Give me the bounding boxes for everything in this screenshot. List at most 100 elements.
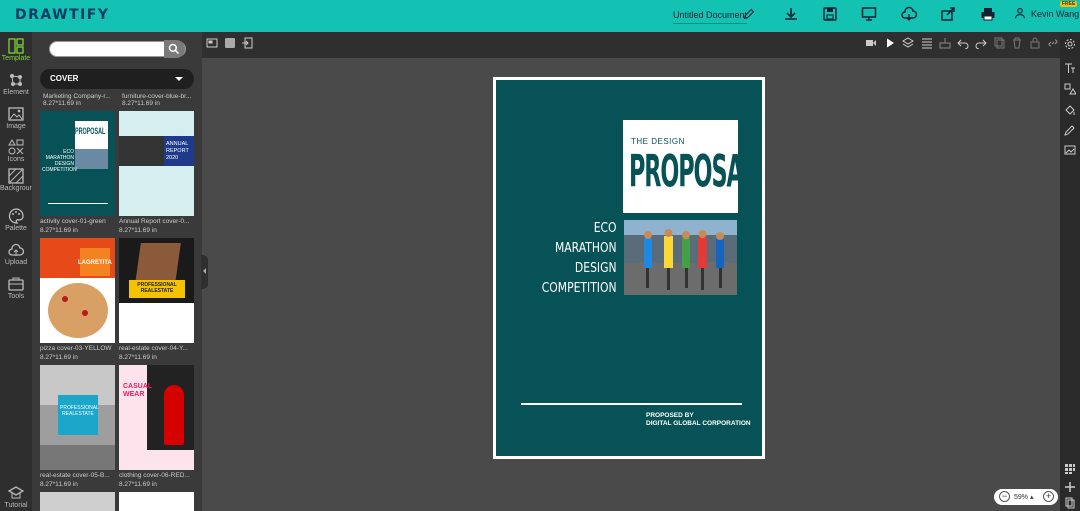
import-icon[interactable]	[241, 37, 253, 49]
template-card-partial[interactable]	[119, 492, 194, 511]
divider-line[interactable]	[521, 403, 742, 405]
title-box[interactable]: THE DESIGN PROPOSAL	[623, 120, 757, 213]
marathon-photo[interactable]	[624, 220, 737, 295]
align-icon[interactable]	[921, 37, 933, 49]
company-name: DIGITAL GLOBAL CORPORATION	[646, 420, 751, 427]
thumb-title: LAGRETITA	[78, 260, 112, 266]
template-card-realestate-yellow[interactable]: PROFESSIONAL REALESTATE real-estate cove…	[119, 238, 194, 361]
template-name: Marketing Company-r...	[43, 93, 111, 100]
template-name: real-estate cover-04-Y...	[119, 345, 188, 352]
upload-icon	[8, 243, 24, 256]
zoom-value: 59%	[1014, 494, 1029, 501]
link-icon[interactable]	[1047, 37, 1059, 49]
fill-tool-icon[interactable]	[1064, 104, 1076, 116]
rail-image[interactable]: Image	[0, 106, 32, 130]
rail-palette[interactable]: Palette	[0, 208, 32, 232]
rail-tools[interactable]: Tools	[0, 276, 32, 300]
zoom-out-button[interactable]: −	[999, 491, 1010, 502]
template-size: 8.27*11.69 in	[40, 481, 78, 488]
the-design-text[interactable]: THE DESIGN	[631, 137, 685, 146]
save-icon[interactable]	[822, 6, 838, 22]
document-page[interactable]: THE DESIGN PROPOSAL ECO MARATHON DESIGN …	[493, 77, 765, 459]
proposed-by-block[interactable]: PROPOSED BY DIGITAL GLOBAL CORPORATION	[646, 412, 751, 428]
eco-marathon-text[interactable]: ECO MARATHON DESIGN COMPETITION	[542, 218, 617, 298]
proposed-by-label: PROPOSED BY	[646, 412, 694, 419]
thumb-title: ANNUAL REPORT 2020	[166, 141, 189, 161]
search-button[interactable]	[164, 40, 185, 58]
shape-tool-icon[interactable]	[1064, 83, 1076, 95]
eco-line: MARATHON	[555, 240, 617, 256]
edit-title-icon[interactable]	[743, 8, 755, 20]
rail-background[interactable]: Background	[0, 168, 37, 192]
template-card-pizza[interactable]: LAGRETITA pizza cover-03-YELLOW 8.27*11.…	[40, 238, 115, 361]
background-color-icon[interactable]	[224, 37, 236, 49]
template-panel: COVER Marketing Company-r... furniture-c…	[32, 32, 202, 511]
template-name: activity cover-01-green	[40, 218, 106, 225]
add-page-icon[interactable]	[1064, 481, 1076, 493]
grid-icon[interactable]	[1064, 463, 1076, 475]
print-icon[interactable]	[980, 6, 996, 22]
user-icon	[1014, 7, 1026, 19]
zoom-value-dropdown[interactable]: 59% ▴	[1014, 493, 1033, 501]
template-size: 8.27*11.69 in	[119, 227, 157, 234]
rail-tutorial[interactable]: Tutorial	[0, 485, 32, 509]
template-card-clothing[interactable]: CASUAL WEAR clothing cover-06-RED... 8.2…	[119, 365, 194, 488]
palette-icon	[8, 208, 24, 224]
group-icon[interactable]	[939, 37, 951, 49]
image-tool-icon[interactable]	[1064, 144, 1076, 156]
zoom-in-button[interactable]: +	[1043, 491, 1054, 502]
layers-icon[interactable]	[902, 37, 914, 49]
template-size: 8.27*11.69 in	[43, 100, 81, 107]
thumb-title: PROFESSIONAL REALESTATE	[60, 405, 99, 417]
fit-screen-icon[interactable]	[206, 37, 218, 49]
user-name[interactable]: Kevin Wang	[1031, 9, 1079, 19]
redo-icon[interactable]	[975, 37, 987, 49]
collapse-panel-button[interactable]	[201, 255, 208, 289]
document-background[interactable]: THE DESIGN PROPOSAL ECO MARATHON DESIGN …	[496, 80, 762, 456]
category-dropdown[interactable]: COVER	[40, 69, 194, 89]
lock-icon[interactable]	[1029, 37, 1041, 49]
template-thumbnail: ANNUAL REPORT 2020	[119, 111, 194, 216]
play-icon[interactable]	[884, 37, 896, 49]
settings-icon[interactable]	[1064, 38, 1076, 50]
template-name: furniture-cover-blue-br...	[122, 93, 192, 100]
pen-tool-icon[interactable]	[1064, 124, 1076, 136]
delete-icon[interactable]	[1011, 37, 1023, 49]
template-name: real-estate cover-05-B...	[40, 472, 110, 479]
element-icon	[10, 74, 22, 86]
rail-upload-label: Upload	[4, 259, 28, 266]
rail-upload[interactable]: Upload	[0, 242, 32, 266]
download-icon[interactable]	[783, 6, 799, 22]
template-size: 8.27*11.69 in	[119, 354, 157, 361]
app-logo[interactable]: DRAWTIFY	[15, 7, 110, 23]
duplicate-icon[interactable]	[993, 37, 1005, 49]
category-value: COVER	[50, 74, 79, 83]
eco-line: ECO	[594, 220, 617, 236]
template-card-annual-report[interactable]: ANNUAL REPORT 2020 Annual Report cover-0…	[119, 111, 194, 234]
rail-template[interactable]: Template	[0, 38, 32, 62]
template-card-realestate-blue[interactable]: PROFESSIONAL REALESTATE real-estate cove…	[40, 365, 115, 488]
thumb-subtitle: ECO MARATHON DESIGN COMPETITION	[42, 149, 77, 173]
undo-icon[interactable]	[957, 37, 969, 49]
text-tool-icon[interactable]	[1064, 62, 1076, 74]
rail-tools-label: Tools	[7, 293, 25, 300]
rail-icons-label: Icons	[7, 156, 25, 163]
template-thumbnail: CASUAL WEAR	[119, 365, 194, 470]
rail-icons[interactable]: Icons	[0, 139, 32, 163]
template-card-activity[interactable]: PROPOSAL ECO MARATHON DESIGN COMPETITION…	[40, 111, 115, 234]
template-thumbnail: PROFESSIONAL REALESTATE	[40, 365, 115, 470]
document-title[interactable]: Untitled Document	[673, 10, 748, 24]
template-name: clothing cover-06-RED...	[119, 472, 190, 479]
rail-element[interactable]: Element	[0, 72, 32, 96]
template-card-partial[interactable]	[40, 492, 115, 511]
editor-toolbar	[202, 32, 1060, 58]
proposal-title[interactable]: PROPOSAL	[629, 146, 757, 198]
copy-page-icon[interactable]	[1064, 497, 1076, 509]
video-icon[interactable]	[865, 37, 877, 49]
zoom-control: − 59% ▴ +	[994, 489, 1058, 505]
share-icon[interactable]	[940, 6, 956, 22]
template-size: 8.27*11.69 in	[122, 100, 160, 107]
cloud-icon[interactable]	[901, 6, 917, 22]
thumb-title: CASUAL WEAR	[123, 383, 153, 398]
present-icon[interactable]	[861, 6, 877, 22]
